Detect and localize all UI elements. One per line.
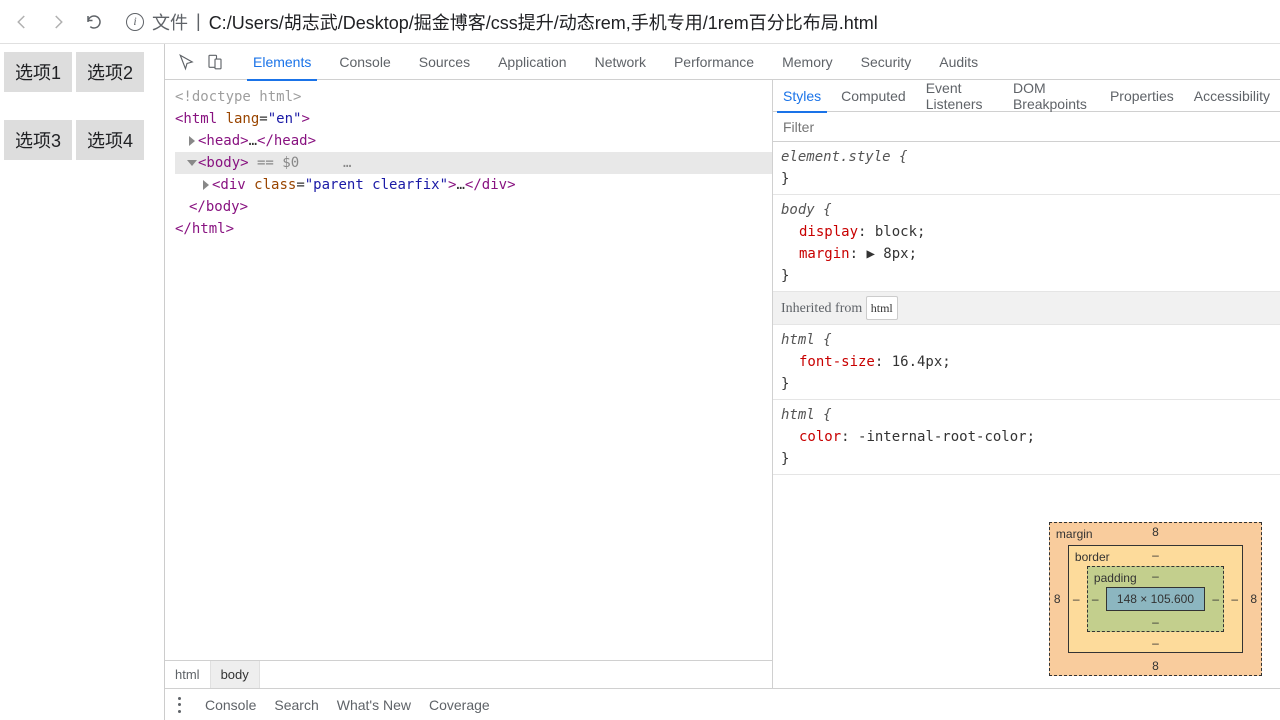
device-toggle-icon[interactable] xyxy=(201,48,229,76)
inspect-icon[interactable] xyxy=(173,48,201,76)
inherited-tag-badge[interactable]: html xyxy=(866,296,898,320)
tab-computed[interactable]: Computed xyxy=(831,80,916,112)
styles-filter-input[interactable] xyxy=(773,112,1280,141)
devtools-drawer: Console Search What's New Coverage xyxy=(165,688,1280,720)
devtools-tabstrip: Elements Console Sources Application Net… xyxy=(165,44,1280,80)
box-margin[interactable]: margin 8 8 8 8 border – – – – padding xyxy=(1049,522,1262,676)
border-label: border xyxy=(1075,550,1110,564)
address-bar[interactable]: i 文件 | C:/Users/胡志武/Desktop/掘金博客/css提升/动… xyxy=(116,5,1272,39)
tab-properties[interactable]: Properties xyxy=(1100,80,1184,112)
dom-panel: <!doctype html> <html lang="en"> <head>…… xyxy=(165,80,773,688)
rule-body-margin[interactable]: margin: ▶ 8px; xyxy=(781,243,1272,265)
tab-styles[interactable]: Styles xyxy=(773,80,831,112)
tab-memory[interactable]: Memory xyxy=(768,44,847,80)
tab-dom-breakpoints[interactable]: DOM Breakpoints xyxy=(1003,80,1100,112)
styles-panel: Styles Computed Event Listeners DOM Brea… xyxy=(773,80,1280,688)
url-separator: | xyxy=(196,11,201,32)
box-model: margin 8 8 8 8 border – – – – padding xyxy=(773,475,1280,688)
drawer-tab-whatsnew[interactable]: What's New xyxy=(337,697,411,713)
drawer-tab-coverage[interactable]: Coverage xyxy=(429,697,490,713)
tab-performance[interactable]: Performance xyxy=(660,44,768,80)
back-button[interactable] xyxy=(8,8,36,36)
dom-tree[interactable]: <!doctype html> <html lang="en"> <head>…… xyxy=(165,80,772,660)
tab-security[interactable]: Security xyxy=(847,44,926,80)
rule-html-selector-1[interactable]: html { xyxy=(781,329,1272,351)
tab-accessibility[interactable]: Accessibility xyxy=(1184,80,1280,112)
css-rules: element.style { } body { display: block;… xyxy=(773,142,1280,475)
selected-body-node[interactable]: …<body> == $0 xyxy=(175,152,772,174)
url-text: C:/Users/胡志武/Desktop/掘金博客/css提升/动态rem,手机… xyxy=(209,9,878,35)
rule-body-display[interactable]: display: block; xyxy=(781,221,1272,243)
breadcrumb: html body xyxy=(165,660,772,688)
box-padding[interactable]: padding – – – – 148 × 105.600 xyxy=(1087,566,1224,632)
devtools: Elements Console Sources Application Net… xyxy=(164,44,1280,720)
tab-application[interactable]: Application xyxy=(484,44,581,80)
info-icon: i xyxy=(126,13,144,31)
tab-sources[interactable]: Sources xyxy=(405,44,484,80)
box-content[interactable]: 148 × 105.600 xyxy=(1106,587,1205,611)
doctype-node: <!doctype html> xyxy=(175,89,301,105)
inherited-header: Inherited from html xyxy=(773,292,1280,325)
collapse-body-icon[interactable] xyxy=(187,160,197,166)
crumb-html[interactable]: html xyxy=(165,661,211,688)
option-button-4[interactable]: 选项4 xyxy=(76,120,144,160)
rule-element-style[interactable]: element.style { xyxy=(781,146,1272,168)
url-scheme-label: 文件 xyxy=(152,9,188,35)
kebab-icon[interactable] xyxy=(171,697,187,713)
rule-html-fontsize[interactable]: font-size: 16.4px; xyxy=(781,351,1272,373)
option-button-3[interactable]: 选项3 xyxy=(4,120,72,160)
option-button-2[interactable]: 选项2 xyxy=(76,52,144,92)
crumb-body[interactable]: body xyxy=(211,661,260,688)
styles-filter xyxy=(773,112,1280,142)
styles-tabstrip: Styles Computed Event Listeners DOM Brea… xyxy=(773,80,1280,112)
expand-head-icon[interactable] xyxy=(189,136,195,146)
rule-html-selector-2[interactable]: html { xyxy=(781,404,1272,426)
browser-toolbar: i 文件 | C:/Users/胡志武/Desktop/掘金博客/css提升/动… xyxy=(0,0,1280,44)
box-border[interactable]: border – – – – padding – – – – 14 xyxy=(1068,545,1243,653)
padding-label: padding xyxy=(1094,571,1137,585)
expand-div-icon[interactable] xyxy=(203,180,209,190)
page-preview: 选项1 选项2 选项3 选项4 xyxy=(0,44,164,720)
margin-label: margin xyxy=(1056,527,1093,541)
drawer-tab-console[interactable]: Console xyxy=(205,697,256,713)
drawer-tab-search[interactable]: Search xyxy=(274,697,318,713)
tab-network[interactable]: Network xyxy=(581,44,660,80)
tab-elements[interactable]: Elements xyxy=(239,44,325,80)
rule-html-color[interactable]: color: -internal-root-color; xyxy=(781,426,1272,448)
reload-button[interactable] xyxy=(80,8,108,36)
tab-console[interactable]: Console xyxy=(325,44,404,80)
tab-event-listeners[interactable]: Event Listeners xyxy=(916,80,1003,112)
option-button-1[interactable]: 选项1 xyxy=(4,52,72,92)
tab-audits[interactable]: Audits xyxy=(925,44,992,80)
rule-body-selector[interactable]: body { xyxy=(781,199,1272,221)
forward-button[interactable] xyxy=(44,8,72,36)
